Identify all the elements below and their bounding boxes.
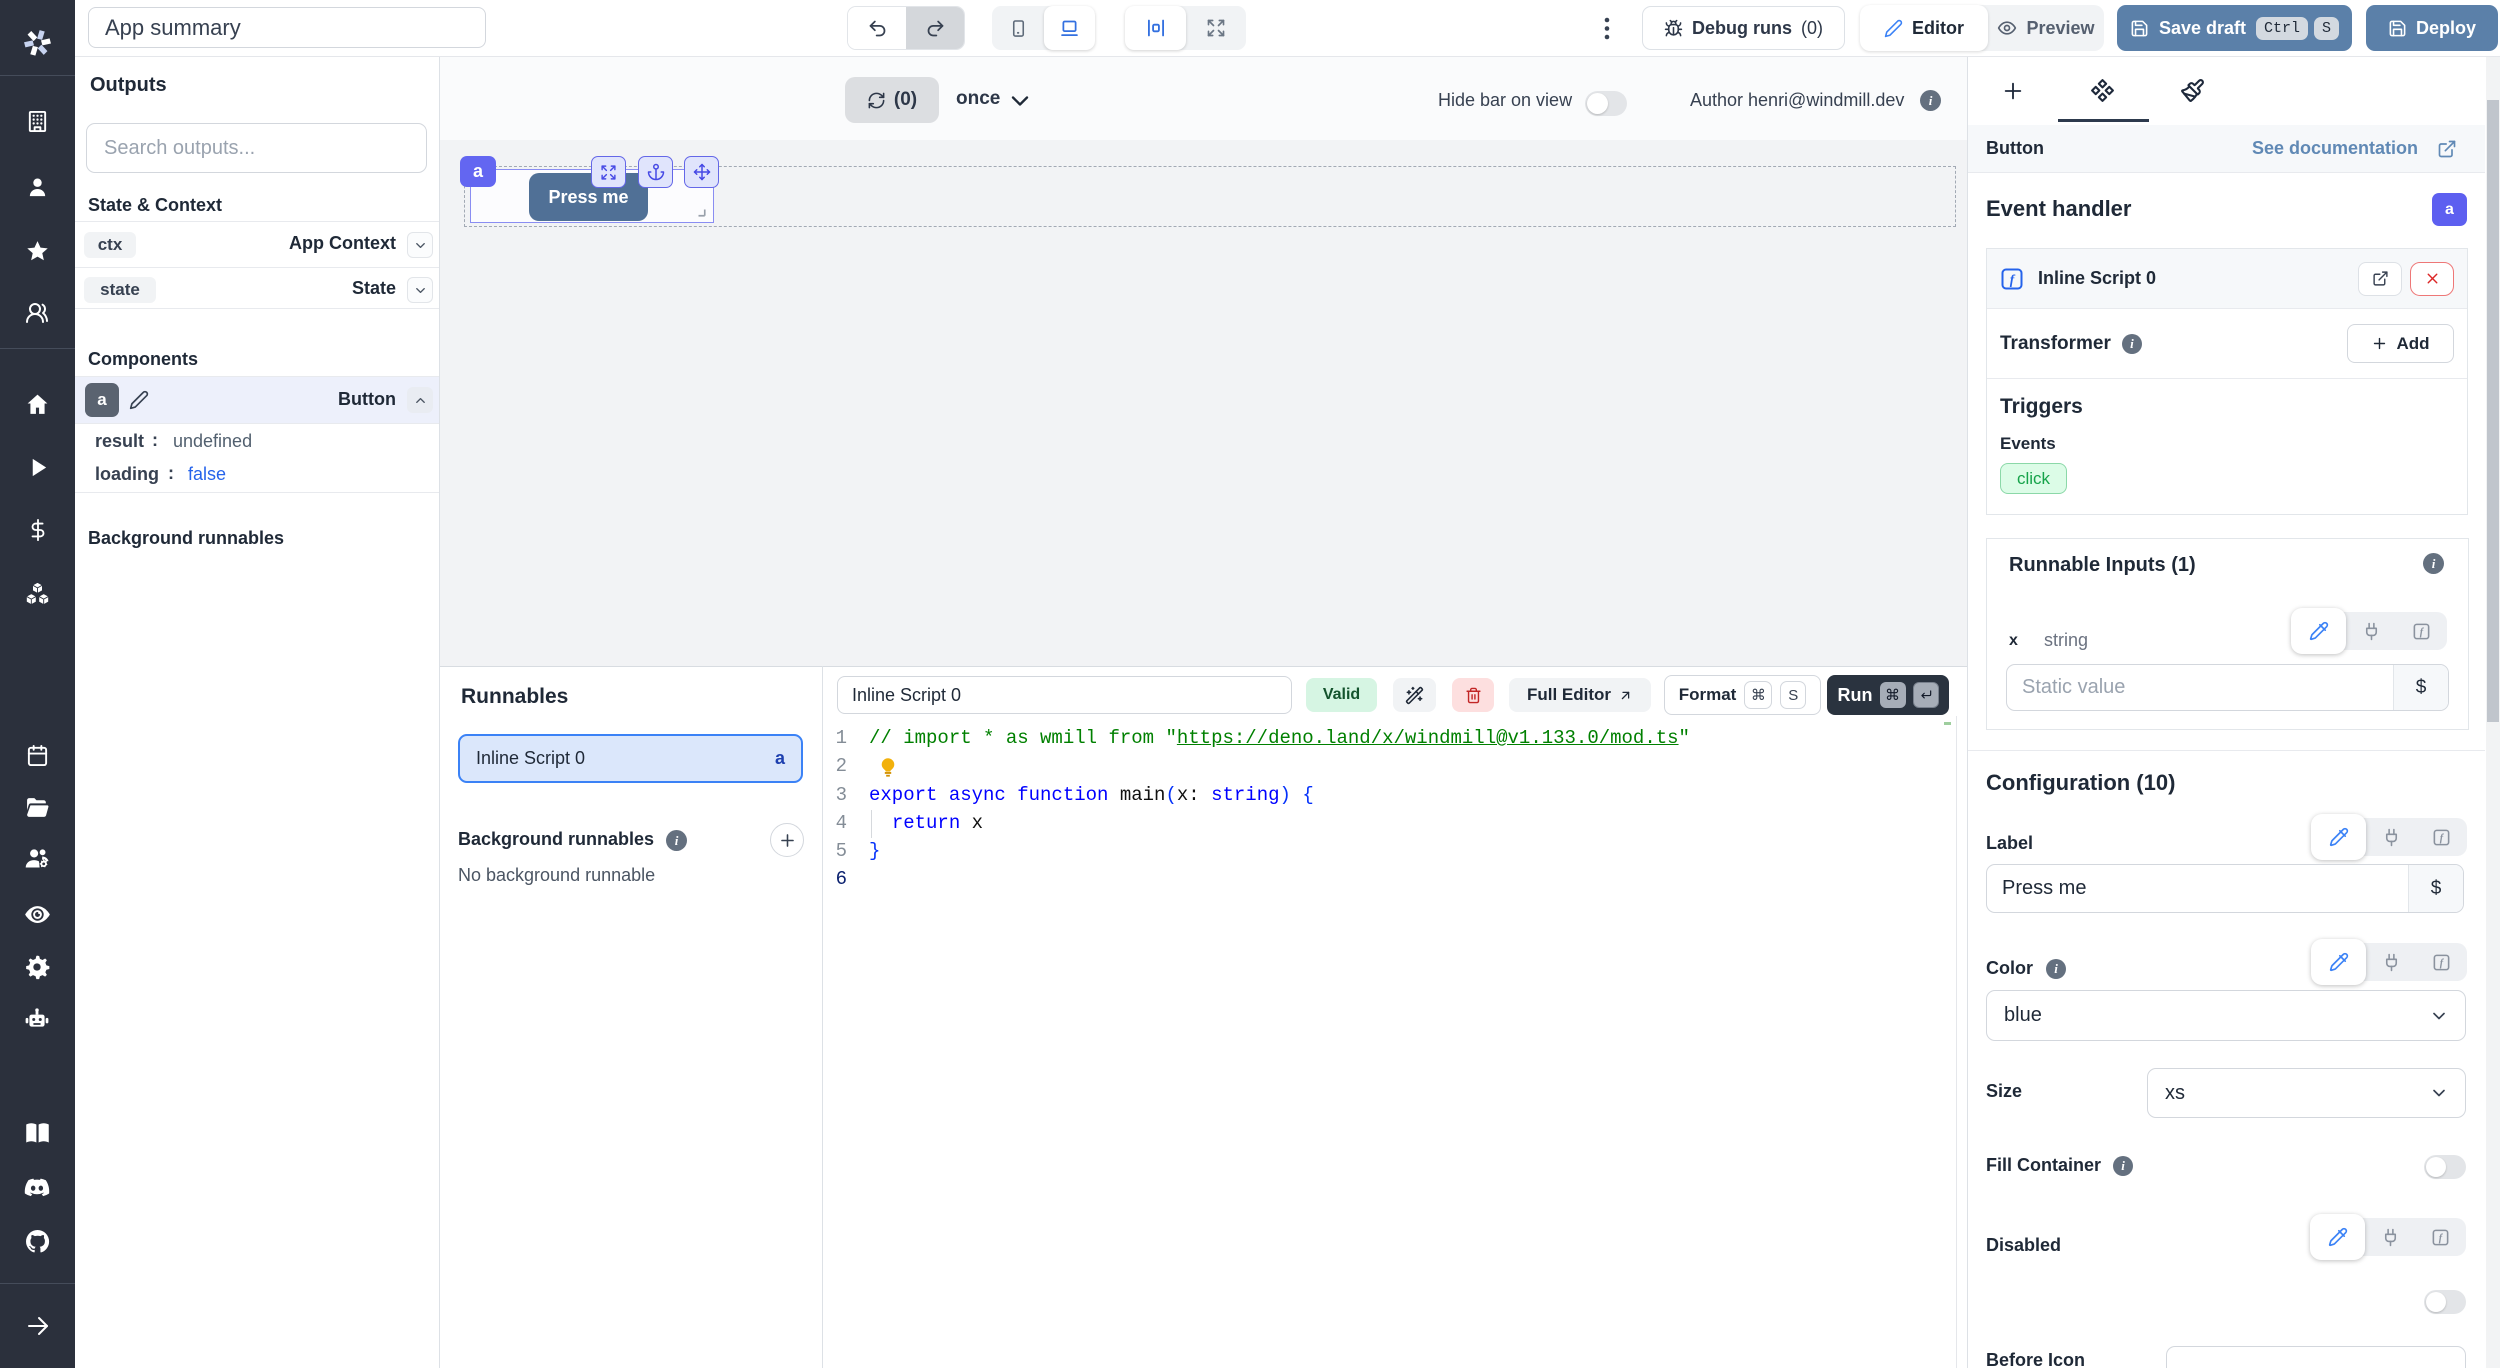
svg-text:f: f xyxy=(2010,271,2016,286)
svg-text:f: f xyxy=(2440,958,2445,969)
svg-text:f: f xyxy=(2420,627,2425,638)
svg-text:f: f xyxy=(2440,833,2445,844)
svg-text:f: f xyxy=(2439,1233,2444,1244)
